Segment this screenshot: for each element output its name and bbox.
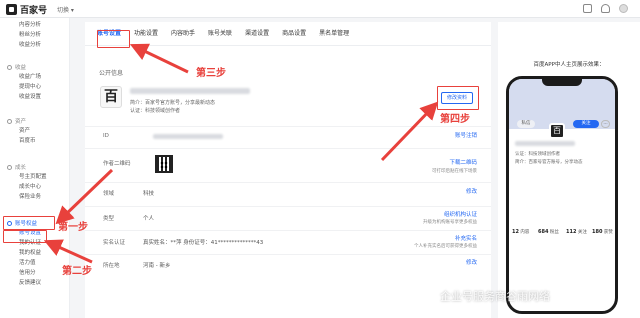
annotation-step4: 第四步 <box>440 114 470 125</box>
sidebar-item-homepage-config[interactable]: 号主页配置 <box>0 172 70 182</box>
row-label-real-name: 实名认证 <box>103 240 126 246</box>
growth-icon <box>7 164 12 170</box>
account-avatar: 百 <box>100 86 122 108</box>
row-label-id: ID <box>103 133 109 139</box>
top-bar: 百家号 切换 ▾ <box>0 0 640 18</box>
tab-blacklist[interactable]: 黑名单管理 <box>319 22 349 45</box>
annotation-step1: 第一步 <box>58 222 88 233</box>
sidebar-group-assets: 资产 资产 百度币 <box>0 116 70 146</box>
top-icon-group <box>583 4 628 13</box>
delete-account-link[interactable]: 账号注销 <box>455 131 477 139</box>
highlight-box-edit-profile <box>437 86 479 110</box>
sidebar-item-assets[interactable]: 资产 <box>0 126 70 136</box>
sidebar: 内容分析 粉丝分析 收益分析 收益 收益广场 提现中心 收益设置 资产 资产 百… <box>0 18 70 318</box>
supplement-real-name-link[interactable]: 补充实名 <box>455 234 477 242</box>
settings-tabs: 账号设置 功能设置 内容助手 账号关联 渠道设置 商品设置 黑名单管理 <box>85 22 491 46</box>
account-certification: 认证：科技领域创作者 <box>130 108 181 114</box>
annotation-step3: 第三步 <box>196 68 226 79</box>
sidebar-group-analysis: 内容分析 粉丝分析 收益分析 <box>0 20 70 50</box>
row-note-qrcode: 可打印后贴在线下场景 <box>432 169 477 174</box>
preview-title: 百度APP中人主页展示效果： <box>533 62 605 68</box>
annotation-step2: 第二步 <box>62 266 92 277</box>
row-location: 所在地 河南 - 新乡 修改 <box>85 254 491 276</box>
highlight-box-tab-account-settings <box>97 30 130 48</box>
tab-content-assistant[interactable]: 内容助手 <box>171 22 195 45</box>
sidebar-item-revenue-settings[interactable]: 收益设置 <box>0 92 70 102</box>
row-value-id-blurred <box>153 134 223 139</box>
watermark: 企业号服务商谷雨网络 <box>440 290 550 303</box>
row-value-real-name: 真实姓名：**萍 身份证号：41**************43 <box>143 240 264 246</box>
sidebar-group-revenue: 收益 收益广场 提现中心 收益设置 <box>0 62 70 102</box>
row-author-qrcode: 作者二维码 下载二维码 可打印后贴在线下场景 <box>85 148 491 182</box>
sidebar-item-revenue-plaza[interactable]: 收益广场 <box>0 72 70 82</box>
row-value-domain: 科技 <box>143 191 155 197</box>
app-logo[interactable]: 百家号 <box>6 3 47 16</box>
download-qrcode-link[interactable]: 下载二维码 <box>449 158 477 166</box>
phone-more-button: ··· <box>601 120 610 128</box>
sidebar-group-head-growth[interactable]: 成长 <box>0 162 70 172</box>
phone-account-name-blurred <box>515 141 575 146</box>
phone-follow-button: 关注 <box>573 120 599 128</box>
assets-icon <box>7 118 12 124</box>
phone-message-button: 私信 <box>517 120 535 128</box>
tab-product-settings[interactable]: 商品设置 <box>282 22 306 45</box>
highlight-box-account-rights <box>3 216 55 230</box>
edit-location-link[interactable]: 修改 <box>466 258 477 266</box>
account-description: 简介：百家号官方账号，分享最新动态 <box>130 100 216 106</box>
row-note-real-name: 个人补充实名后可获得更多权益 <box>414 244 477 249</box>
row-value-location: 河南 - 新乡 <box>143 263 171 269</box>
row-label-location: 所在地 <box>103 263 120 269</box>
sidebar-group-growth: 成长 号主页配置 成长中心 保险业务 <box>0 162 70 202</box>
row-type: 类型 个人 组织机构认证 升级为机构账号享更多权益 <box>85 206 491 230</box>
row-label-domain: 领域 <box>103 191 115 197</box>
sidebar-item-growth-center[interactable]: 成长中心 <box>0 182 70 192</box>
tab-channel-settings[interactable]: 渠道设置 <box>245 22 269 45</box>
sidebar-item-fans-analysis[interactable]: 粉丝分析 <box>0 30 70 40</box>
sidebar-group-head-assets[interactable]: 资产 <box>0 116 70 126</box>
sidebar-item-credit-score[interactable]: 信用分 <box>0 268 70 278</box>
notification-bell-icon[interactable] <box>601 4 610 13</box>
sidebar-item-my-rights[interactable]: 我的权益 <box>0 248 70 258</box>
phone-preview-mockup: 百 私信 关注 ··· 认证：科技领域创作者 简介：百家号官方账号，分享动态 <box>506 76 618 314</box>
phone-stat-following: 112 关注 <box>566 229 587 235</box>
row-domain: 领域 科技 修改 <box>85 182 491 206</box>
row-id: ID 账号注销 <box>85 126 491 148</box>
org-certification-link[interactable]: 组织机构认证 <box>444 210 477 218</box>
row-label-type: 类型 <box>103 216 115 222</box>
sidebar-item-content-analysis[interactable]: 内容分析 <box>0 20 70 30</box>
phone-cert-line: 认证：科技领域创作者 <box>515 152 560 157</box>
sidebar-item-feedback[interactable]: 反馈建议 <box>0 278 70 288</box>
phone-notch <box>542 79 582 86</box>
highlight-box-account-settings <box>3 230 47 243</box>
tab-account-link[interactable]: 账号关联 <box>208 22 232 45</box>
app-logo-text: 百家号 <box>20 6 48 16</box>
row-label-qrcode: 作者二维码 <box>103 161 131 167</box>
phone-stat-likes: 180 获赞 <box>592 229 613 235</box>
section-title-public-info: 公开信息 <box>99 70 124 77</box>
phone-desc-line: 简介：百家号官方账号，分享动态 <box>515 160 583 165</box>
account-name-blurred <box>130 88 250 94</box>
phone-preview-avatar: 百 <box>549 123 565 139</box>
edit-domain-link[interactable]: 修改 <box>466 187 477 195</box>
sidebar-group-head-revenue[interactable]: 收益 <box>0 62 70 72</box>
sidebar-item-baidu-coin[interactable]: 百度币 <box>0 136 70 146</box>
sidebar-item-vitality[interactable]: 活力值 <box>0 258 70 268</box>
sidebar-item-insurance[interactable]: 保险业务 <box>0 192 70 202</box>
account-switch-dropdown[interactable]: 切换 ▾ <box>57 5 74 14</box>
row-note-type: 升级为机构账号享更多权益 <box>423 220 477 225</box>
row-real-name: 实名认证 真实姓名：**萍 身份证号：41**************43 补充… <box>85 230 491 254</box>
baijiahao-logo-icon <box>6 4 17 15</box>
sidebar-item-withdraw[interactable]: 提现中心 <box>0 82 70 92</box>
phone-stat-content: 12 内容 <box>512 229 530 235</box>
phone-stat-fans: 684 粉丝 <box>538 229 559 235</box>
message-icon[interactable] <box>583 4 592 13</box>
sidebar-item-revenue-analysis[interactable]: 收益分析 <box>0 40 70 50</box>
tab-function-settings[interactable]: 功能设置 <box>134 22 158 45</box>
revenue-icon <box>7 64 12 70</box>
author-qrcode-image <box>155 155 173 173</box>
user-avatar[interactable] <box>619 4 628 13</box>
row-value-type: 个人 <box>143 216 155 222</box>
